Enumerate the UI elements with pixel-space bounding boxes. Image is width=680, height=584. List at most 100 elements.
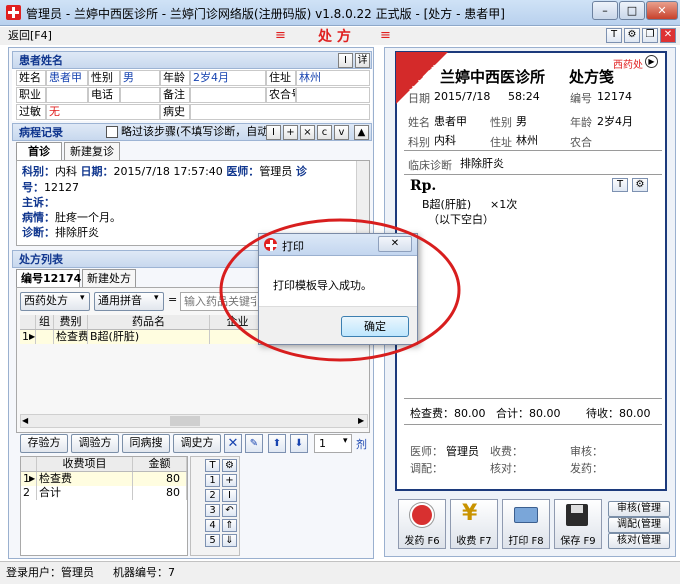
- save-template-button[interactable]: 存验方: [20, 434, 68, 453]
- dispense-button[interactable]: 调配(管理: [608, 517, 670, 533]
- num-button-1[interactable]: 1: [205, 474, 220, 487]
- pending-label: 待收：: [586, 407, 619, 420]
- patient-i-button[interactable]: I: [338, 53, 353, 68]
- drug-search-input[interactable]: [180, 292, 260, 311]
- tab-first-visit[interactable]: 首诊: [16, 142, 62, 160]
- name-value[interactable]: 患者甲: [46, 70, 88, 86]
- plus-button[interactable]: +: [222, 474, 237, 487]
- yen-icon: ¥: [462, 501, 478, 526]
- tab-new-followup[interactable]: 新建复诊: [64, 142, 120, 160]
- pending-value: 80.00: [619, 407, 651, 420]
- num-button-4[interactable]: 4: [205, 519, 220, 532]
- notes-label: 备注: [160, 87, 190, 103]
- check-button[interactable]: 核对(管理: [608, 533, 670, 549]
- minimize-button[interactable]: –: [592, 1, 618, 20]
- scroll-thumb[interactable]: [170, 416, 200, 426]
- next-icon[interactable]: ▶: [645, 55, 658, 68]
- sheet-diag: 排除肝炎: [460, 157, 504, 170]
- font-small-icon[interactable]: T: [205, 459, 220, 472]
- dialog-ok-button[interactable]: 确定: [341, 316, 409, 337]
- edit-icon[interactable]: ✎: [245, 434, 263, 453]
- record-panel-title-text: 病程记录: [19, 126, 63, 139]
- sheet-charge-label: 收费：: [490, 445, 523, 458]
- fee-row-2-item: 合计: [37, 486, 133, 500]
- rx-type-corner: 西药处: [613, 60, 643, 71]
- record-collapse-button[interactable]: ▲: [354, 125, 369, 140]
- status-machine: 机器编号：7: [113, 566, 175, 579]
- rx-col-fee: 费别: [54, 315, 88, 329]
- record-paste-button[interactable]: v: [334, 125, 349, 140]
- scroll-left-icon[interactable]: ◀: [22, 414, 28, 428]
- exam-fee-value: 80.00: [454, 407, 486, 420]
- sheet-font-icon[interactable]: T: [612, 178, 628, 192]
- combo-field[interactable]: [296, 87, 370, 103]
- sheet-time: 58:24: [508, 90, 540, 103]
- record-line-1: 科别：内科 日期：2015/7/18 17:57:40 医师：管理员 诊: [22, 164, 307, 179]
- dialog-close-button[interactable]: ✕: [378, 236, 412, 252]
- record-copy-button[interactable]: c: [317, 125, 332, 140]
- move-down-icon[interactable]: ⬇: [290, 434, 308, 453]
- maximize-button[interactable]: □: [619, 1, 645, 20]
- tab-rx-12174[interactable]: 编号12174: [16, 269, 81, 287]
- num-button-2[interactable]: 2: [205, 489, 220, 502]
- sheet-settings-icon[interactable]: ⚙: [632, 178, 648, 192]
- total-label: 合计：: [496, 407, 529, 420]
- phone-field[interactable]: [120, 87, 160, 103]
- record-delete-button[interactable]: ×: [300, 125, 315, 140]
- sheet-no: 12174: [597, 90, 632, 103]
- move-up-icon[interactable]: ⬆: [268, 434, 286, 453]
- down-button[interactable]: ⇓: [222, 534, 237, 547]
- rx-row-fee: 检查费: [56, 330, 88, 344]
- dialog-app-icon: [264, 238, 277, 251]
- sheet-divider-3: [404, 398, 662, 399]
- sheet-address-label: 住址: [490, 136, 512, 149]
- back-button[interactable]: 返回[F4]: [8, 28, 52, 44]
- settings-small-icon[interactable]: ⚙: [222, 459, 237, 472]
- fees-col-indicator: [21, 457, 37, 471]
- sheet-doctor-label: 医师：: [410, 445, 443, 458]
- send-medicine-label: 发药 F6: [404, 536, 440, 547]
- complaint-label: 主诉：: [22, 196, 55, 209]
- up-button[interactable]: ⇑: [222, 519, 237, 532]
- num-button-5[interactable]: 5: [205, 534, 220, 547]
- same-disease-search-button[interactable]: 同病搜: [122, 434, 170, 453]
- review-button[interactable]: 审核(管理: [608, 501, 670, 517]
- allergy-value[interactable]: 无: [46, 104, 160, 120]
- skip-checkbox[interactable]: [106, 126, 118, 138]
- record-add-button[interactable]: +: [283, 125, 298, 140]
- gender-value[interactable]: 男: [120, 70, 160, 86]
- address-value[interactable]: 林州: [296, 70, 370, 86]
- sheet-dept: 内科: [434, 134, 456, 147]
- scroll-right-icon[interactable]: ▶: [358, 414, 364, 428]
- close-icon[interactable]: ✕: [660, 28, 676, 43]
- sheet-no-label: 编号: [570, 92, 592, 105]
- job-field[interactable]: [46, 87, 88, 103]
- tab-new-rx[interactable]: 新建处方: [82, 269, 136, 287]
- load-template-button[interactable]: 调验方: [71, 434, 119, 453]
- font-icon[interactable]: T: [606, 28, 622, 43]
- record-i-button[interactable]: I: [266, 125, 281, 140]
- delete-icon[interactable]: ✕: [224, 434, 242, 453]
- i-button[interactable]: I: [222, 489, 237, 502]
- diagnosis-value: 排除肝炎: [55, 226, 99, 239]
- pill-icon: [410, 503, 434, 527]
- rx-row-group: [36, 330, 54, 344]
- dept-label: 科别：: [22, 165, 55, 178]
- history-rx-button[interactable]: 调史方: [173, 434, 221, 453]
- gear-icon[interactable]: ⚙: [624, 28, 640, 43]
- patient-detail-button[interactable]: 详: [355, 53, 370, 68]
- illness-value: 肚疼一个月。: [55, 211, 121, 224]
- close-button[interactable]: ✕: [646, 1, 678, 20]
- window-title: 管理员 - 兰婷中西医诊所 - 兰婷门诊网络版(注册码版) v1.8.0.22 …: [26, 7, 505, 21]
- restore-icon[interactable]: ❐: [642, 28, 658, 43]
- undo-button[interactable]: ↶: [222, 504, 237, 517]
- dialog-message: 打印模板导入成功。: [273, 279, 372, 292]
- age-value[interactable]: 2岁4月: [190, 70, 266, 86]
- notes-field[interactable]: [190, 87, 266, 103]
- rx-row-drug: B超(肝脏): [88, 330, 210, 344]
- history-field[interactable]: [190, 104, 370, 120]
- rx-col-drug: 药品名: [88, 315, 210, 329]
- diag-no-value: 12127: [44, 181, 79, 194]
- fee-row-2-index: 2: [21, 486, 37, 500]
- num-button-3[interactable]: 3: [205, 504, 220, 517]
